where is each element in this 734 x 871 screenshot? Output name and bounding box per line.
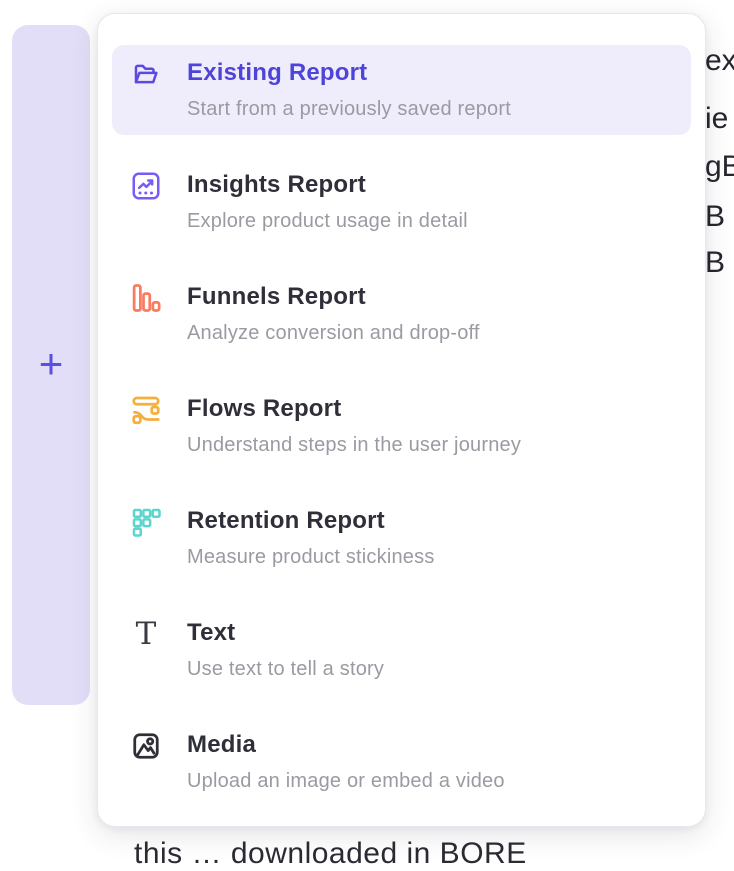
- menu-item-funnels-report[interactable]: Funnels Report Analyze conversion and dr…: [112, 269, 691, 359]
- funnel-bars-icon: [131, 283, 161, 313]
- menu-item-subtitle: Understand steps in the user journey: [187, 433, 521, 458]
- insights-chart-icon: [131, 171, 161, 201]
- menu-item-texts: Text Use text to tell a story: [187, 618, 384, 682]
- retention-grid-icon: [131, 507, 161, 537]
- menu-item-title: Funnels Report: [187, 282, 480, 312]
- menu-item-texts: Media Upload an image or embed a video: [187, 730, 505, 794]
- menu-item-existing-report[interactable]: Existing Report Start from a previously …: [112, 45, 691, 135]
- menu-item-flows-report[interactable]: Flows Report Understand steps in the use…: [112, 381, 691, 471]
- menu-item-title: Existing Report: [187, 58, 511, 88]
- folder-open-icon: [131, 59, 161, 89]
- menu-item-retention-report[interactable]: Retention Report Measure product stickin…: [112, 493, 691, 583]
- menu-item-title: Text: [187, 618, 384, 648]
- menu-item-texts: Insights Report Explore product usage in…: [187, 170, 468, 234]
- menu-item-subtitle: Start from a previously saved report: [187, 97, 511, 122]
- menu-list: Existing Report Start from a previously …: [98, 14, 705, 807]
- background-text-fragment: B: [705, 246, 725, 280]
- menu-item-texts: Flows Report Understand steps in the use…: [187, 394, 521, 458]
- text-serif-icon: T: [131, 619, 161, 649]
- menu-item-text[interactable]: T Text Use text to tell a story: [112, 605, 691, 695]
- background-text-fragment: ie: [705, 102, 728, 136]
- menu-item-title: Flows Report: [187, 394, 521, 424]
- background-text-fragment: ex: [705, 44, 734, 78]
- plus-icon[interactable]: +: [39, 343, 64, 385]
- media-image-icon: [131, 731, 161, 761]
- menu-item-subtitle: Explore product usage in detail: [187, 209, 468, 234]
- menu-item-texts: Retention Report Measure product stickin…: [187, 506, 435, 570]
- menu-item-subtitle: Analyze conversion and drop-off: [187, 321, 480, 346]
- menu-item-insights-report[interactable]: Insights Report Explore product usage in…: [112, 157, 691, 247]
- add-item-panel: +: [12, 25, 90, 705]
- create-report-menu: Existing Report Start from a previously …: [97, 13, 706, 827]
- background-text-fragment-bottom: this … downloaded in BORE: [134, 837, 527, 871]
- menu-item-title: Retention Report: [187, 506, 435, 536]
- menu-item-subtitle: Measure product stickiness: [187, 545, 435, 570]
- background-text-fragment: gB: [705, 150, 734, 184]
- menu-item-subtitle: Upload an image or embed a video: [187, 769, 505, 794]
- menu-item-title: Insights Report: [187, 170, 468, 200]
- menu-item-subtitle: Use text to tell a story: [187, 657, 384, 682]
- flows-path-icon: [131, 395, 161, 425]
- menu-item-title: Media: [187, 730, 505, 760]
- background-text-fragment: B: [705, 200, 725, 234]
- menu-item-texts: Funnels Report Analyze conversion and dr…: [187, 282, 480, 346]
- menu-item-media[interactable]: Media Upload an image or embed a video: [112, 717, 691, 807]
- menu-item-texts: Existing Report Start from a previously …: [187, 58, 511, 122]
